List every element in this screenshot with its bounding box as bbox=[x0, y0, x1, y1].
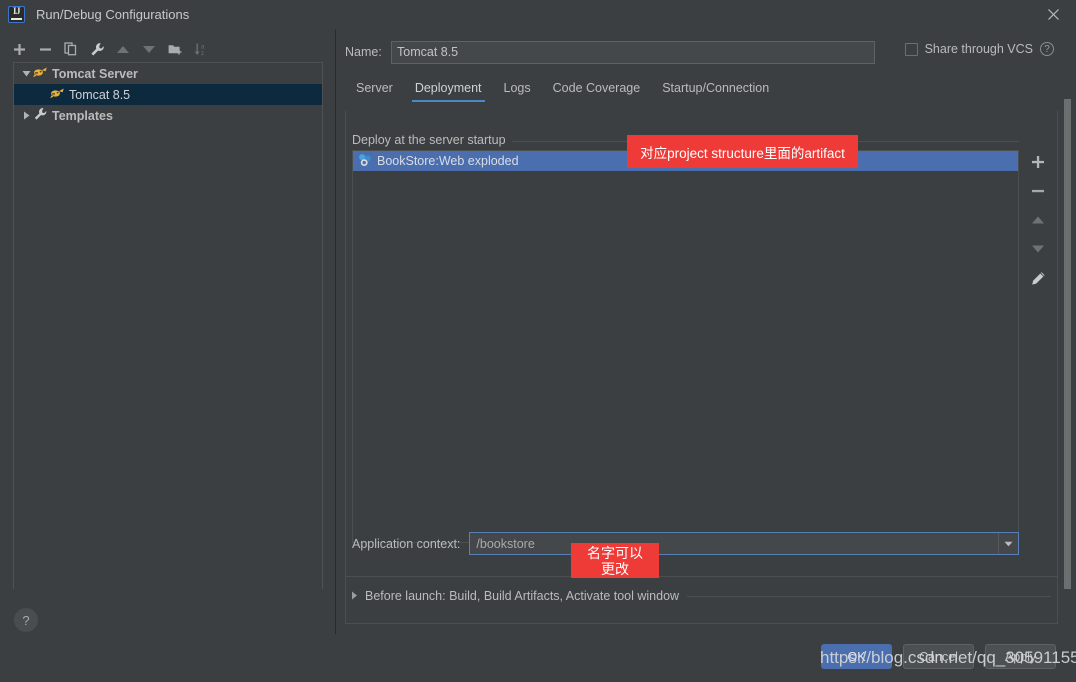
application-context-row: Application context: /bookstore bbox=[352, 531, 1019, 556]
tree-item-templates[interactable]: Templates bbox=[14, 105, 322, 126]
arrow-up-icon[interactable] bbox=[112, 38, 134, 60]
close-icon[interactable] bbox=[1030, 0, 1076, 29]
list-item-label: BookStore:Web exploded bbox=[377, 154, 519, 168]
chevron-down-icon[interactable] bbox=[998, 533, 1018, 554]
share-through-vcs-checkbox[interactable]: Share through VCS ? bbox=[904, 42, 1054, 56]
configurations-toolbar: a z bbox=[8, 38, 212, 60]
arrow-down-icon[interactable] bbox=[138, 38, 160, 60]
name-label: Name: bbox=[345, 45, 382, 59]
run-debug-configurations-dialog: Run/Debug Configurations bbox=[0, 0, 1076, 682]
svg-text:a: a bbox=[201, 45, 205, 51]
before-launch-divider bbox=[687, 595, 1051, 597]
folder-add-icon[interactable] bbox=[164, 38, 186, 60]
remove-configuration-button[interactable] bbox=[34, 38, 56, 60]
edit-artifact-button[interactable] bbox=[1027, 267, 1049, 289]
title-bar: Run/Debug Configurations bbox=[0, 0, 1076, 29]
window-title: Run/Debug Configurations bbox=[36, 7, 190, 22]
application-context-combobox[interactable]: /bookstore bbox=[469, 532, 1019, 555]
tree-item-label: Tomcat 8.5 bbox=[69, 87, 131, 102]
tree-item-label: Tomcat Server bbox=[52, 66, 138, 81]
tree-item-tomcat-85[interactable]: Tomcat 8.5 bbox=[14, 84, 322, 105]
editor-tabs: Server Deployment Logs Code Coverage Sta… bbox=[345, 76, 1058, 102]
svg-text:z: z bbox=[201, 51, 204, 56]
add-artifact-button[interactable] bbox=[1027, 151, 1049, 173]
twisty-collapsed-icon[interactable] bbox=[350, 589, 359, 603]
section-divider bbox=[346, 576, 1057, 577]
sort-az-icon[interactable]: a z bbox=[190, 38, 212, 60]
move-artifact-up-button[interactable] bbox=[1027, 209, 1049, 231]
tab-deployment[interactable]: Deployment bbox=[404, 81, 493, 102]
dialog-button-bar: OK Cancel Apply bbox=[0, 634, 1076, 682]
configuration-editor-panel: Name: Share through VCS ? Server Deploym… bbox=[336, 29, 1076, 634]
application-context-label: Application context: bbox=[352, 536, 461, 551]
tab-code-coverage[interactable]: Code Coverage bbox=[542, 81, 652, 102]
add-configuration-button[interactable] bbox=[8, 38, 30, 60]
tree-item-label: Templates bbox=[52, 108, 113, 123]
tree-item-tomcat-server[interactable]: Tomcat Server bbox=[14, 63, 322, 84]
before-launch-section[interactable]: Before launch: Build, Build Artifacts, A… bbox=[350, 587, 1051, 605]
tab-server[interactable]: Server bbox=[345, 81, 404, 102]
share-vcs-label: Share through VCS bbox=[924, 42, 1033, 56]
configurations-panel: a z Tomcat Server Tomcat 8.5 Templates ? bbox=[0, 29, 336, 634]
help-button[interactable]: ? bbox=[14, 608, 38, 632]
deployment-tab-content: Deploy at the server startup BookStore:W… bbox=[345, 111, 1058, 624]
copy-configuration-button[interactable] bbox=[60, 38, 82, 60]
wrench-icon[interactable] bbox=[86, 38, 108, 60]
ok-button[interactable]: OK bbox=[821, 644, 892, 669]
annotation-name-editable: 名字可以 更改 bbox=[571, 543, 659, 578]
twisty-expanded-icon[interactable] bbox=[20, 69, 33, 78]
remove-artifact-button[interactable] bbox=[1027, 180, 1049, 202]
artifact-icon bbox=[358, 153, 372, 170]
tab-startup-connection[interactable]: Startup/Connection bbox=[651, 81, 780, 102]
name-input[interactable] bbox=[391, 40, 875, 64]
configurations-tree[interactable]: Tomcat Server Tomcat 8.5 Templates bbox=[13, 62, 323, 589]
annotation-line-1: 名字可以 bbox=[587, 544, 643, 561]
checkbox-box[interactable] bbox=[904, 42, 918, 56]
deploy-group-title: Deploy at the server startup bbox=[352, 133, 512, 147]
twisty-collapsed-icon[interactable] bbox=[20, 111, 33, 120]
tomcat-icon bbox=[33, 66, 48, 82]
move-artifact-down-button[interactable] bbox=[1027, 238, 1049, 260]
apply-button[interactable]: Apply bbox=[985, 644, 1056, 669]
annotation-line-2: 更改 bbox=[601, 560, 629, 577]
artifact-list-toolbar bbox=[1027, 151, 1049, 289]
annotation-artifact: 对应project structure里面的artifact bbox=[627, 135, 858, 168]
tab-logs[interactable]: Logs bbox=[493, 81, 542, 102]
deployment-artifacts-list[interactable]: BookStore:Web exploded bbox=[352, 150, 1019, 543]
cancel-button[interactable]: Cancel bbox=[903, 644, 974, 669]
before-launch-label: Before launch: Build, Build Artifacts, A… bbox=[365, 589, 680, 603]
question-mark-icon[interactable]: ? bbox=[1040, 42, 1054, 56]
wrench-icon bbox=[33, 107, 48, 124]
application-context-value: /bookstore bbox=[476, 536, 535, 551]
intellij-idea-logo-icon bbox=[8, 6, 25, 23]
vertical-scrollbar[interactable] bbox=[1064, 99, 1071, 589]
tomcat-icon bbox=[50, 87, 65, 103]
